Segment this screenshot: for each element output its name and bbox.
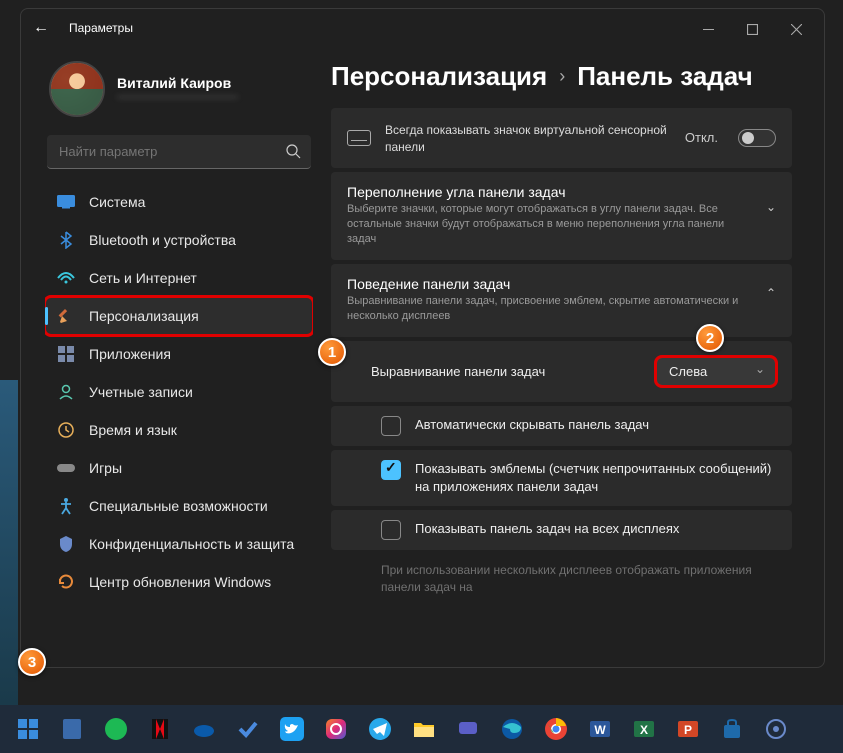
maximize-button[interactable] bbox=[730, 14, 774, 44]
row-behavior[interactable]: Поведение панели задач Выравнивание пане… bbox=[331, 264, 792, 337]
back-button[interactable]: ← bbox=[33, 19, 49, 37]
annotation-marker-2: 2 bbox=[696, 324, 724, 352]
sidebar-item-label: Сеть и Интернет bbox=[89, 270, 197, 286]
multi-display-note: При использовании нескольких дисплеев от… bbox=[331, 554, 792, 604]
minimize-button[interactable] bbox=[686, 14, 730, 44]
taskbar-app-store[interactable] bbox=[712, 709, 752, 749]
search-icon bbox=[285, 143, 301, 164]
chevron-right-icon: › bbox=[559, 66, 565, 87]
taskbar-app-calc[interactable] bbox=[52, 709, 92, 749]
annotation-marker-3: 3 bbox=[18, 648, 46, 676]
row-all-displays[interactable]: Показывать панель задач на всех дисплеях bbox=[331, 510, 792, 550]
sidebar-item-personalization[interactable]: Персонализация bbox=[45, 297, 313, 335]
avatar bbox=[49, 61, 105, 117]
taskbar-app-chrome[interactable] bbox=[536, 709, 576, 749]
sidebar-item-label: Учетные записи bbox=[89, 384, 193, 400]
taskbar-app-onedrive[interactable] bbox=[184, 709, 224, 749]
search-box[interactable] bbox=[47, 135, 311, 169]
taskbar-app-todo[interactable] bbox=[228, 709, 268, 749]
sidebar-item-apps[interactable]: Приложения bbox=[45, 335, 313, 373]
toggle-state-label: Откл. bbox=[685, 130, 718, 145]
sidebar-item-label: Центр обновления Windows bbox=[89, 574, 271, 590]
sidebar-item-label: Приложения bbox=[89, 346, 171, 362]
taskbar-app-chat[interactable] bbox=[448, 709, 488, 749]
sidebar: Виталий Каиров ——————————— Система bbox=[21, 49, 321, 667]
sidebar-item-label: Конфиденциальность и защита bbox=[89, 536, 294, 552]
search-input[interactable] bbox=[47, 135, 311, 169]
sidebar-item-accessibility[interactable]: Специальные возможности bbox=[45, 487, 313, 525]
accessibility-icon bbox=[57, 497, 75, 515]
profile-name: Виталий Каиров bbox=[117, 75, 238, 91]
taskbar[interactable]: W X P bbox=[0, 705, 843, 753]
chevron-down-icon: ⌄ bbox=[766, 200, 776, 214]
sidebar-item-time[interactable]: Время и язык bbox=[45, 411, 313, 449]
time-icon bbox=[57, 421, 75, 439]
svg-text:X: X bbox=[640, 723, 648, 737]
taskbar-app-edge[interactable] bbox=[492, 709, 532, 749]
taskbar-app-twitter[interactable] bbox=[272, 709, 312, 749]
breadcrumb-level2: Панель задач bbox=[577, 61, 753, 92]
row-autohide[interactable]: Автоматически скрывать панель задач bbox=[331, 406, 792, 446]
sidebar-item-bluetooth[interactable]: Bluetooth и устройства bbox=[45, 221, 313, 259]
sidebar-item-gaming[interactable]: Игры bbox=[45, 449, 313, 487]
sidebar-item-label: Игры bbox=[89, 460, 122, 476]
sidebar-item-network[interactable]: Сеть и Интернет bbox=[45, 259, 313, 297]
sidebar-item-label: Специальные возможности bbox=[89, 498, 268, 514]
apps-icon bbox=[57, 345, 75, 363]
taskbar-app-explorer[interactable] bbox=[404, 709, 444, 749]
accounts-icon bbox=[57, 383, 75, 401]
taskbar-app-instagram[interactable] bbox=[316, 709, 356, 749]
titlebar bbox=[21, 9, 824, 49]
system-icon bbox=[57, 193, 75, 211]
badges-checkbox[interactable] bbox=[381, 460, 401, 480]
sidebar-item-label: Персонализация bbox=[89, 308, 199, 324]
update-icon bbox=[57, 573, 75, 591]
annotation-marker-1: 1 bbox=[318, 338, 346, 366]
network-icon bbox=[57, 269, 75, 287]
alignment-label: Выравнивание панели задач bbox=[371, 364, 642, 379]
row-alignment: Выравнивание панели задач Слева bbox=[331, 341, 792, 402]
sidebar-item-update[interactable]: Центр обновления Windows bbox=[45, 563, 313, 601]
bluetooth-icon bbox=[57, 231, 75, 249]
gaming-icon bbox=[57, 459, 75, 477]
breadcrumb: Персонализация › Панель задач bbox=[331, 57, 800, 108]
all-displays-checkbox[interactable] bbox=[381, 520, 401, 540]
svg-text:W: W bbox=[594, 723, 606, 737]
touchpad-icon bbox=[347, 130, 371, 146]
taskbar-app-word[interactable]: W bbox=[580, 709, 620, 749]
main-panel: Персонализация › Панель задач Всегда пок… bbox=[321, 49, 824, 667]
taskbar-app-spotify[interactable] bbox=[96, 709, 136, 749]
chevron-up-icon: ⌃ bbox=[766, 286, 776, 300]
taskbar-app-settings[interactable] bbox=[756, 709, 796, 749]
sidebar-item-privacy[interactable]: Конфиденциальность и защита bbox=[45, 525, 313, 563]
row-badges[interactable]: Показывать эмблемы (счетчик непрочитанны… bbox=[331, 450, 792, 506]
start-button[interactable] bbox=[8, 709, 48, 749]
personalization-icon bbox=[57, 307, 75, 325]
taskbar-app-netflix[interactable] bbox=[140, 709, 180, 749]
row-touchpad-icon[interactable]: Всегда показывать значок виртуальной сен… bbox=[331, 108, 792, 168]
alignment-dropdown[interactable]: Слева bbox=[656, 357, 776, 386]
profile-email: ——————————— bbox=[117, 91, 238, 103]
sidebar-item-system[interactable]: Система bbox=[45, 183, 313, 221]
breadcrumb-level1[interactable]: Персонализация bbox=[331, 61, 547, 92]
touchpad-toggle[interactable] bbox=[738, 129, 776, 147]
profile-block[interactable]: Виталий Каиров ——————————— bbox=[45, 57, 313, 135]
sidebar-item-accounts[interactable]: Учетные записи bbox=[45, 373, 313, 411]
app-title: Параметры bbox=[69, 21, 133, 35]
sidebar-item-label: Система bbox=[89, 194, 145, 210]
svg-text:P: P bbox=[684, 723, 692, 737]
taskbar-app-excel[interactable]: X bbox=[624, 709, 664, 749]
taskbar-app-telegram[interactable] bbox=[360, 709, 400, 749]
sidebar-item-label: Время и язык bbox=[89, 422, 177, 438]
row-overflow[interactable]: Переполнение угла панели задач Выберите … bbox=[331, 172, 792, 260]
nav-list: Система Bluetooth и устройства Сеть и Ин… bbox=[45, 183, 313, 667]
privacy-icon bbox=[57, 535, 75, 553]
taskbar-app-powerpoint[interactable]: P bbox=[668, 709, 708, 749]
close-button[interactable] bbox=[774, 14, 818, 44]
sidebar-item-label: Bluetooth и устройства bbox=[89, 232, 236, 248]
autohide-checkbox[interactable] bbox=[381, 416, 401, 436]
